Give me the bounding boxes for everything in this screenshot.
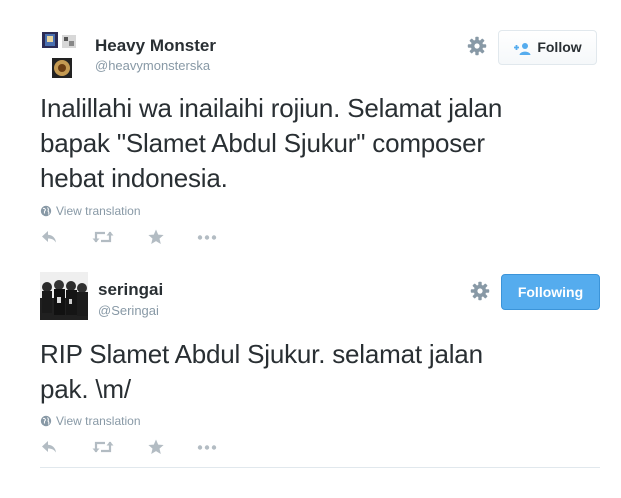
following-button[interactable]: Following [501,274,600,310]
tweet-text-line: bapak "Slamet Abdul Sjukur" composer [40,128,485,158]
avatar-seringai[interactable] [40,272,88,320]
follow-button[interactable]: Follow [498,30,597,65]
tweet-text-line: Inalillahi wa inailaihi rojiun. Selamat … [40,93,503,123]
tweet-text: Inalillahi wa inailaihi rojiun. Selamat … [40,91,502,196]
reply-icon[interactable] [40,228,58,246]
gear-icon[interactable] [467,36,487,56]
star-icon[interactable] [147,438,165,456]
more-dots-icon[interactable] [196,438,218,456]
tweet-card-seringai: seringai @Seringai Following RIP Slamet … [36,268,600,472]
retweet-icon[interactable] [92,438,114,456]
tweet-text: RIP Slamet Abdul Sjukur. selamat jalan p… [40,337,483,407]
user-handle[interactable]: @heavymonsterska [95,58,210,73]
tweet-divider [40,467,600,468]
tweet-text-line: RIP Slamet Abdul Sjukur. selamat jalan [40,339,483,369]
gear-icon[interactable] [470,281,490,301]
view-translation-label: View translation [56,414,141,428]
user-handle[interactable]: @Seringai [98,303,159,318]
more-dots-icon[interactable] [196,228,218,246]
tweet-text-line: hebat indonesia. [40,163,228,193]
follow-button-label: Follow [537,39,582,56]
reply-icon[interactable] [40,438,58,456]
avatar-heavy-monster[interactable] [42,32,78,80]
view-translation-link[interactable]: View translation [40,204,141,218]
tweet-text-line: pak. \m/ [40,374,131,404]
globe-icon [40,205,52,217]
globe-icon [40,415,52,427]
display-name[interactable]: seringai [98,280,163,300]
display-name[interactable]: Heavy Monster [95,36,216,56]
retweet-icon[interactable] [92,228,114,246]
tweet-card-heavy-monster: Heavy Monster @heavymonsterska Follow In… [36,24,600,250]
view-translation-link[interactable]: View translation [40,414,141,428]
view-translation-label: View translation [56,204,141,218]
person-plus-icon [514,42,531,55]
star-icon[interactable] [147,228,165,246]
